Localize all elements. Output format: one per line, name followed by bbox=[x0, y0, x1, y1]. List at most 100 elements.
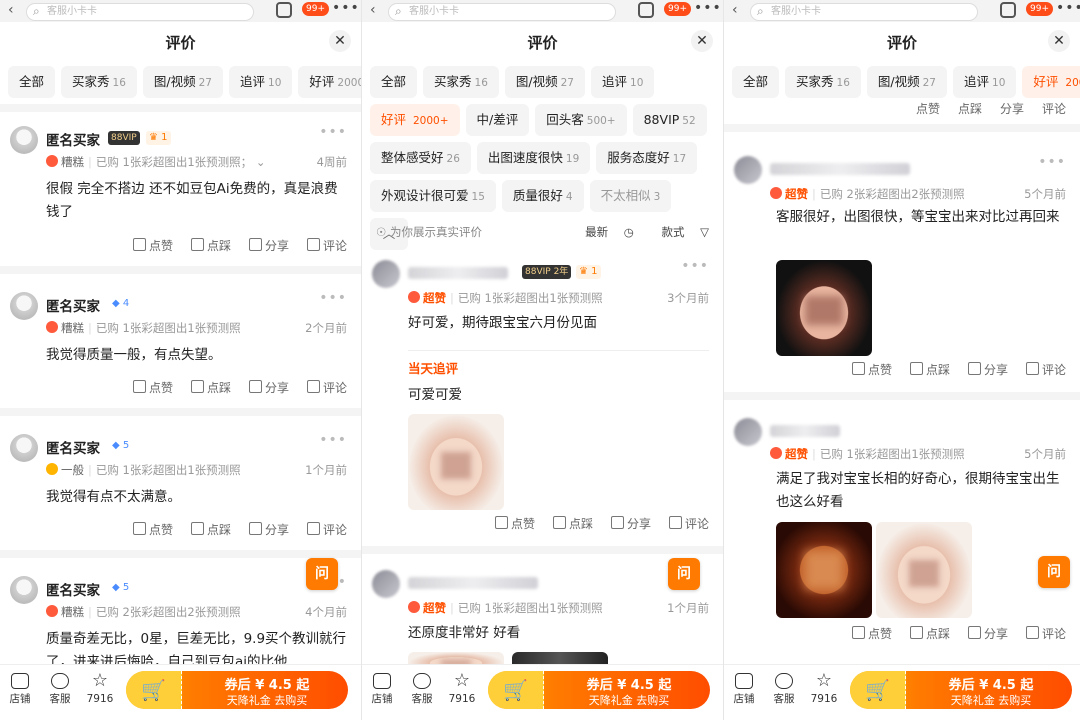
service-button[interactable]: 客服 bbox=[42, 673, 78, 706]
like-button[interactable]: 点赞 bbox=[852, 625, 892, 642]
tab-positive[interactable]: 好评 2000+ bbox=[370, 104, 460, 136]
tab-fast[interactable]: 出图速度很快 19 bbox=[476, 142, 591, 174]
more-icon[interactable]: ••• bbox=[319, 290, 347, 306]
like-button[interactable]: 点赞 bbox=[133, 379, 173, 396]
like-button[interactable]: 点赞 bbox=[852, 361, 892, 378]
tab-vip[interactable]: 88VIP 52 bbox=[632, 104, 707, 136]
more-icon[interactable]: ••• bbox=[1038, 154, 1066, 170]
comment-button[interactable]: 评论 bbox=[1026, 361, 1066, 378]
tab-all[interactable]: 全部 bbox=[370, 66, 418, 98]
comment-button[interactable]: 评论 bbox=[307, 237, 347, 254]
tab-buyer-show[interactable]: 买家秀 16 bbox=[423, 66, 499, 98]
favorite-button[interactable]: ☆ 7916 bbox=[806, 672, 842, 706]
ask-button[interactable]: 问 bbox=[1038, 556, 1070, 588]
share-button[interactable]: 分享 bbox=[249, 521, 289, 538]
search-input[interactable]: 客服小卡卡 bbox=[750, 3, 978, 21]
like-button[interactable]: 点赞 bbox=[495, 515, 535, 532]
tab-positive[interactable]: 好评 2000 bbox=[1022, 66, 1080, 98]
store-button[interactable]: 店铺 bbox=[364, 673, 400, 706]
more-icon[interactable]: ••• bbox=[319, 124, 347, 140]
tab-not-similar[interactable]: 不太相似 3 bbox=[589, 180, 672, 212]
tab-all[interactable]: 全部 bbox=[732, 66, 780, 98]
back-icon[interactable]: ‹ bbox=[732, 2, 738, 18]
tab-neutral-negative[interactable]: 中/差评 bbox=[465, 104, 530, 136]
tab-buyer-show[interactable]: 买家秀 16 bbox=[785, 66, 861, 98]
share-button[interactable]: 分享 bbox=[249, 237, 289, 254]
sort-style[interactable]: 款式 ▽ bbox=[649, 225, 709, 239]
dislike-button[interactable]: 点踩 bbox=[191, 237, 231, 254]
like-button[interactable]: 点赞 bbox=[133, 521, 173, 538]
tab-overall-feel[interactable]: 整体感受好 26 bbox=[370, 142, 471, 174]
ask-button[interactable]: 问 bbox=[306, 558, 338, 590]
tab-design[interactable]: 外观设计很可爱 15 bbox=[370, 180, 496, 212]
tab-service[interactable]: 服务态度好 17 bbox=[596, 142, 698, 174]
close-icon[interactable]: ✕ bbox=[691, 30, 713, 52]
dislike-button[interactable]: 点踩 bbox=[910, 361, 950, 378]
share-button[interactable]: 分享 bbox=[968, 625, 1008, 642]
store-button[interactable]: 店铺 bbox=[726, 673, 762, 706]
level-badge: ♛ 1 bbox=[146, 131, 171, 145]
store-label: 店铺 bbox=[733, 693, 755, 705]
share-button[interactable]: 分享 bbox=[611, 515, 651, 532]
share-button[interactable]: 分享 bbox=[968, 361, 1008, 378]
more-icon[interactable]: ••• bbox=[1056, 0, 1080, 16]
service-button[interactable]: 客服 bbox=[766, 673, 802, 706]
gift-icon[interactable] bbox=[638, 2, 654, 18]
service-button[interactable]: 客服 bbox=[404, 673, 440, 706]
gift-icon[interactable] bbox=[276, 2, 292, 18]
more-icon[interactable]: ••• bbox=[681, 258, 709, 274]
tab-positive[interactable]: 好评2000 bbox=[298, 66, 361, 98]
tab-returning[interactable]: 回头客 500+ bbox=[535, 104, 627, 136]
tab-media[interactable]: 图/视频 27 bbox=[142, 66, 223, 98]
review-photo[interactable] bbox=[408, 414, 504, 510]
like-button[interactable]: 点赞 bbox=[133, 237, 173, 254]
search-input[interactable]: 客服小卡卡 bbox=[26, 3, 254, 21]
tab-media[interactable]: 图/视频 27 bbox=[504, 66, 585, 98]
close-icon[interactable]: ✕ bbox=[329, 30, 351, 52]
review-photo[interactable] bbox=[876, 522, 972, 618]
tab-followup[interactable]: 追评 10 bbox=[591, 66, 655, 98]
buy-button[interactable]: 🛒 券后 ¥ 4.5 起 天降礼金 去购买 bbox=[126, 671, 348, 709]
tab-buyer-show[interactable]: 买家秀 16 bbox=[61, 66, 137, 98]
buy-button[interactable]: 🛒 券后 ¥ 4.5 起 天降礼金 去购买 bbox=[488, 671, 710, 709]
real-review-notice: 为你展示真实评价 bbox=[389, 225, 482, 239]
comment-button[interactable]: 评论 bbox=[669, 515, 709, 532]
dislike-button[interactable]: 点踩 bbox=[553, 515, 593, 532]
tab-media[interactable]: 图/视频 27 bbox=[866, 66, 947, 98]
comment-button[interactable]: 评论 bbox=[307, 521, 347, 538]
close-icon[interactable]: ✕ bbox=[1048, 30, 1070, 52]
buy-button[interactable]: 🛒 券后 ¥ 4.5 起 天降礼金 去购买 bbox=[850, 671, 1072, 709]
dislike-button[interactable]: 点踩 bbox=[191, 379, 231, 396]
more-icon[interactable]: ••• bbox=[319, 432, 347, 448]
back-icon[interactable]: ‹ bbox=[8, 2, 14, 18]
chevron-down-icon[interactable]: ⌄ bbox=[256, 155, 266, 169]
like-button[interactable]: 点赞 bbox=[916, 100, 940, 117]
tab-quality[interactable]: 质量很好 4 bbox=[501, 180, 584, 212]
dislike-button[interactable]: 点踩 bbox=[191, 521, 231, 538]
reviewer-name-blurred bbox=[408, 577, 538, 589]
favorite-button[interactable]: ☆ 7916 bbox=[444, 672, 480, 706]
favorite-button[interactable]: ☆ 7916 bbox=[82, 672, 118, 706]
avatar bbox=[372, 570, 400, 598]
back-icon[interactable]: ‹ bbox=[370, 2, 376, 18]
more-icon[interactable]: ••• bbox=[332, 0, 360, 16]
ask-button[interactable]: 问 bbox=[668, 558, 700, 590]
sort-latest[interactable]: 最新 ◷ bbox=[573, 225, 634, 239]
more-icon[interactable]: ••• bbox=[694, 0, 722, 16]
dislike-button[interactable]: 点踩 bbox=[910, 625, 950, 642]
share-button[interactable]: 分享 bbox=[1000, 100, 1024, 117]
comment-button[interactable]: 评论 bbox=[307, 379, 347, 396]
share-button[interactable]: 分享 bbox=[249, 379, 289, 396]
dislike-button[interactable]: 点踩 bbox=[958, 100, 982, 117]
review-photo[interactable] bbox=[776, 260, 872, 356]
tab-all[interactable]: 全部 bbox=[8, 66, 56, 98]
comment-button[interactable]: 评论 bbox=[1042, 100, 1066, 117]
store-button[interactable]: 店铺 bbox=[2, 673, 38, 706]
store-icon bbox=[11, 673, 29, 689]
gift-icon[interactable] bbox=[1000, 2, 1016, 18]
search-input[interactable]: 客服小卡卡 bbox=[388, 3, 616, 21]
comment-button[interactable]: 评论 bbox=[1026, 625, 1066, 642]
tab-followup[interactable]: 追评 10 bbox=[229, 66, 293, 98]
review-photo[interactable] bbox=[776, 522, 872, 618]
tab-followup[interactable]: 追评 10 bbox=[953, 66, 1017, 98]
